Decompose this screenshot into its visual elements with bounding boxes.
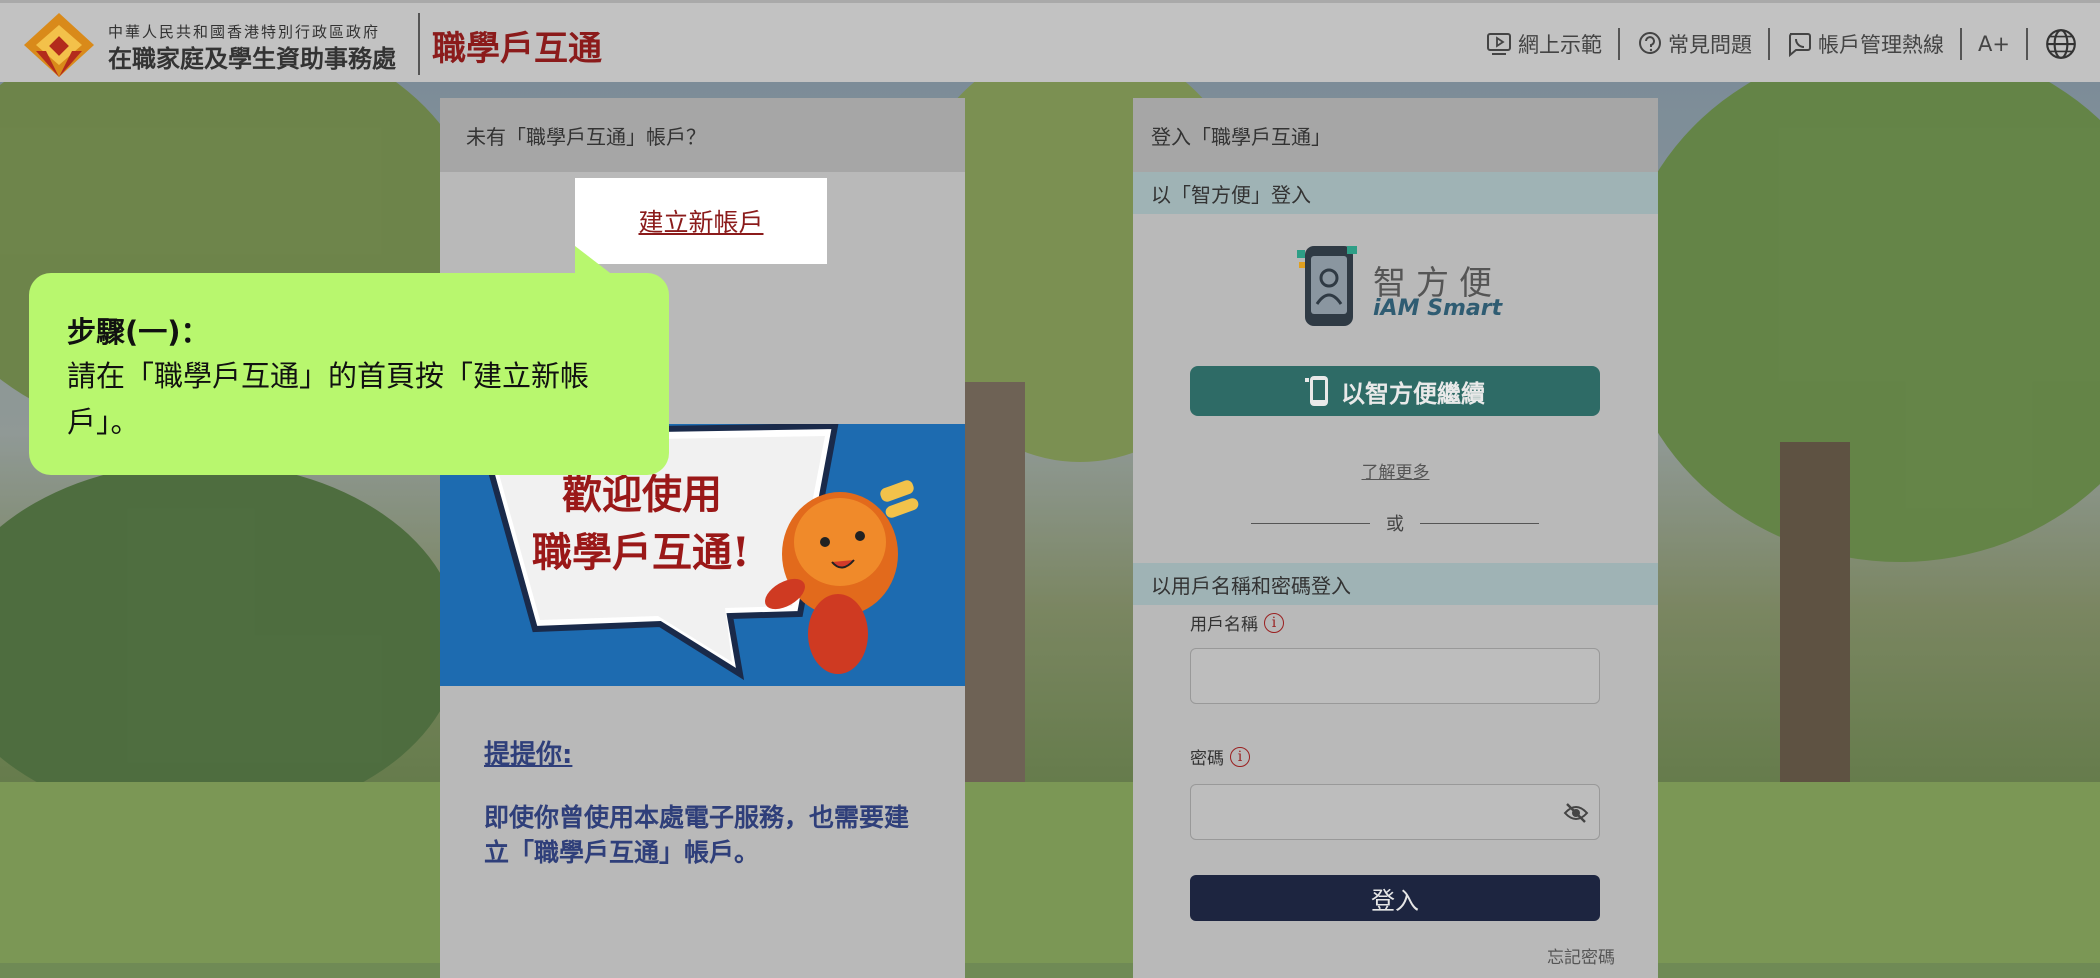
phone-bubble-icon: [1789, 33, 1812, 58]
globe-icon: [2046, 29, 2076, 59]
banner-brand-text: 職學戶互通!: [532, 529, 750, 576]
info-icon[interactable]: i: [1264, 612, 1284, 633]
forgot-password-link[interactable]: 忘記密碼: [1547, 943, 1615, 968]
or-line-left: [1251, 522, 1370, 524]
username-input[interactable]: [1190, 648, 1600, 704]
iam-smart-continue-label: 以智方便繼續: [1341, 379, 1485, 408]
password-input[interactable]: [1190, 784, 1600, 840]
gov-name-line2: 在職家庭及學生資助事務處: [108, 45, 396, 73]
font-size-button[interactable]: A+: [1962, 32, 2026, 56]
step-callout: 步驟(一)： 請在「職學戶互通」的首頁按「建立新帳戶」。: [29, 273, 669, 475]
nav-account-hotline[interactable]: 帳戶管理熱線: [1770, 29, 1960, 59]
login-card-title: 登入「職學戶互通」: [1133, 98, 1658, 172]
play-screen-icon: [1487, 33, 1512, 55]
eye-slash-icon[interactable]: [1563, 800, 1589, 826]
or-divider: 或: [1251, 510, 1539, 536]
create-account-link[interactable]: 建立新帳戶: [638, 203, 763, 239]
brand-title[interactable]: 職學戶互通: [432, 21, 602, 70]
nav-online-demo-label: 網上示範: [1518, 33, 1603, 57]
password-label: 密碼: [1190, 749, 1224, 769]
no-account-card-title: 未有「職學戶互通」帳戶？: [440, 98, 965, 172]
iam-smart-continue-button[interactable]: 以智方便繼續: [1190, 366, 1600, 416]
reminder-body: 即使你曾使用本處電子服務，也需要建立「職學戶互通」帳戶。: [484, 803, 910, 867]
username-label: 用戶名稱: [1190, 615, 1258, 635]
nav-account-hotline-label: 帳戶管理熱線: [1818, 33, 1945, 57]
password-section-title: 以用戶名稱和密碼登入: [1133, 563, 1658, 605]
reminder-title: 提提你:: [484, 740, 573, 770]
nav-online-demo[interactable]: 網上示範: [1470, 29, 1618, 59]
callout-instruction: 請在「職學戶互通」的首頁按「建立新帳戶」。: [67, 359, 590, 439]
nav-faq-label: 常見問題: [1668, 33, 1753, 57]
nav-faq[interactable]: 常見問題: [1620, 29, 1768, 59]
password-label-row: 密碼 i: [1190, 744, 1250, 769]
callout-step-title: 步驟(一)：: [67, 315, 210, 349]
or-text: 或: [1386, 514, 1404, 535]
or-line-right: [1420, 522, 1539, 524]
wfsfaa-logo-icon: [24, 13, 94, 77]
info-icon[interactable]: i: [1230, 746, 1250, 767]
learn-more-link[interactable]: 了解更多: [1133, 458, 1658, 483]
iam-smart-section-title: 以「智方便」登入: [1133, 172, 1658, 214]
username-label-row: 用戶名稱 i: [1190, 610, 1284, 635]
overlay-dim: [0, 82, 2100, 963]
iam-smart-en-name: iAM Smart: [1373, 296, 1503, 321]
question-bubble-icon: [1639, 32, 1662, 54]
top-header: 中華人民共和國香港特別行政區政府 在職家庭及學生資助事務處 職學戶互通 網上示範…: [0, 0, 2100, 82]
top-nav: 網上示範 常見問題 帳戶管理熱線 A+: [1470, 3, 2100, 85]
background-park-scene: [0, 82, 2100, 963]
iam-smart-phone-icon: [1305, 376, 1328, 406]
logo-divider: [418, 13, 420, 75]
login-card: 登入「職學戶互通」 以「智方便」登入 智方便 iAM Smart 以智方便繼續 …: [1133, 98, 1658, 978]
login-button[interactable]: 登入: [1190, 875, 1600, 921]
no-account-card: 未有「職學戶互通」帳戶？ 建立新帳戶 歡迎使用 職學戶互通! 提提你: 即使你曾…: [440, 98, 965, 978]
language-button[interactable]: [2028, 27, 2100, 61]
